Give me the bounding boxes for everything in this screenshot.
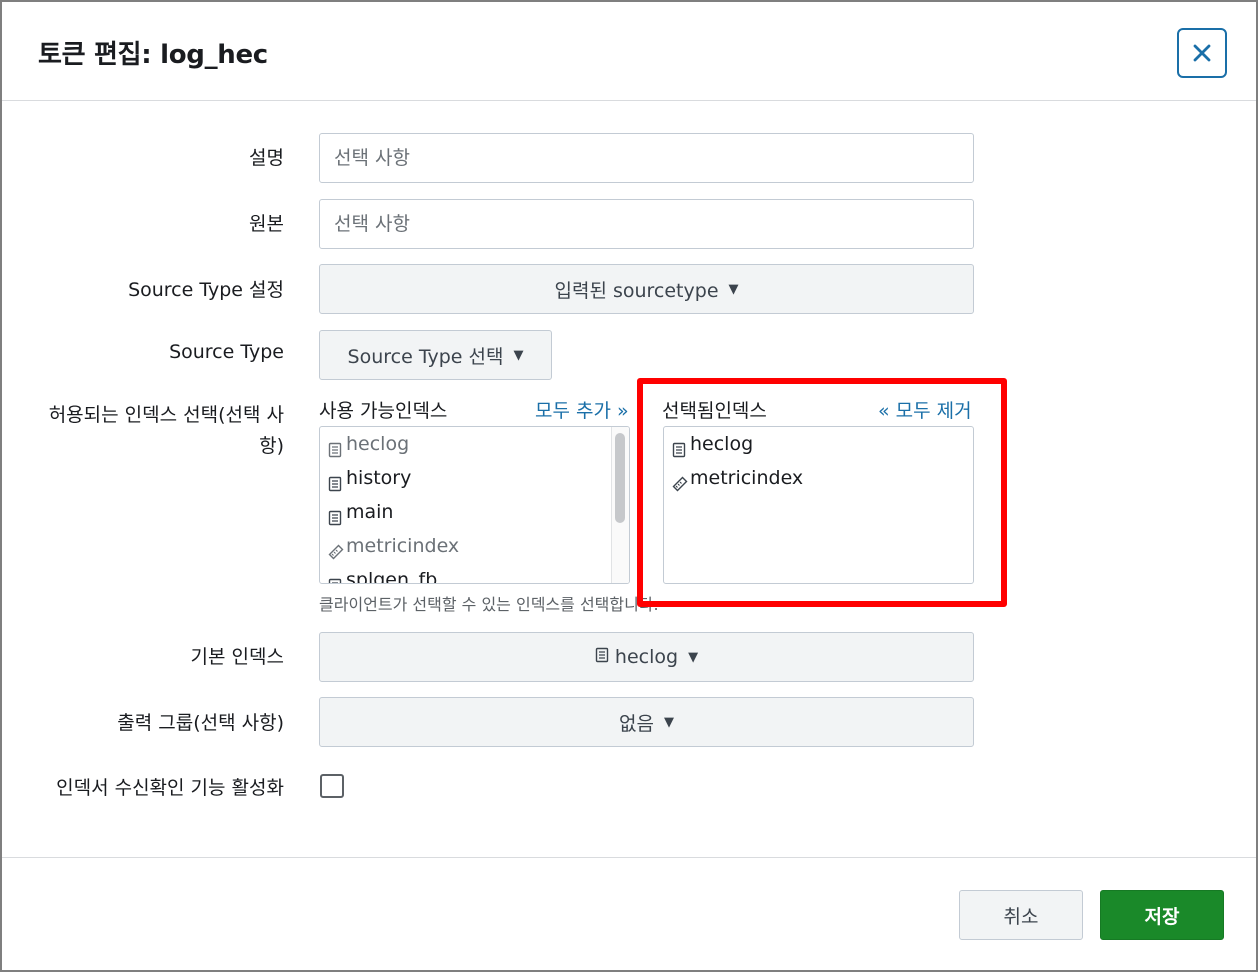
- event-index-icon: [328, 435, 344, 458]
- event-index-icon: [672, 435, 688, 458]
- selected-index-list-item[interactable]: heclog: [664, 427, 973, 461]
- caret-down-icon: ▼: [688, 649, 699, 665]
- selected-index-list-item-label: heclog: [690, 433, 754, 455]
- source-type-setting-label: Source Type 설정: [128, 279, 284, 301]
- available-index-list-item-label: main: [346, 501, 394, 523]
- source-input[interactable]: [319, 199, 974, 249]
- event-index-icon: [328, 469, 344, 492]
- description-label: 설명: [249, 147, 284, 169]
- available-index-list-item[interactable]: history: [320, 461, 629, 495]
- default-index-dropdown[interactable]: heclog ▼: [319, 632, 974, 682]
- event-index-icon: [595, 646, 609, 668]
- dialog-header: 토큰 편집: log_hec: [2, 2, 1256, 101]
- available-index-list-item-label: metricindex: [346, 535, 460, 557]
- selected-index-list-item-label: metricindex: [690, 467, 804, 489]
- caret-down-icon: ▼: [513, 347, 524, 363]
- caret-down-icon: ▼: [663, 714, 674, 730]
- dialog-title: 토큰 편집: log_hec: [38, 40, 268, 70]
- metric-index-icon: [328, 537, 344, 560]
- scrollbar-track[interactable]: [611, 427, 629, 583]
- scrollbar-thumb[interactable]: [615, 433, 625, 523]
- available-index-list-item-label: heclog: [346, 433, 410, 455]
- metric-index-icon: [672, 469, 688, 492]
- selected-index-list-item[interactable]: metricindex: [664, 461, 973, 495]
- available-index-list-item[interactable]: heclog: [320, 427, 629, 461]
- allowed-indexes-help: 클라이언트가 선택할 수 있는 인덱스를 선택합니다.: [319, 595, 659, 614]
- event-index-icon: [328, 571, 344, 583]
- caret-down-icon: ▼: [728, 281, 739, 297]
- available-indexes-header: 사용 가능인덱스: [319, 400, 448, 422]
- source-type-label: Source Type: [169, 341, 284, 363]
- source-type-value: Source Type 선택: [347, 345, 504, 368]
- add-all-link[interactable]: 모두 추가 »: [535, 396, 629, 423]
- source-type-setting-value: 입력된 sourcetype: [554, 279, 719, 302]
- source-type-dropdown[interactable]: Source Type 선택 ▼: [319, 330, 552, 380]
- source-type-setting-dropdown[interactable]: 입력된 sourcetype ▼: [319, 264, 974, 314]
- close-button[interactable]: [1177, 28, 1227, 78]
- available-index-list-item-label: history: [346, 467, 412, 489]
- event-index-icon: [328, 503, 344, 526]
- allowed-indexes-label: 허용되는 인덱스 선택(선택 사항): [48, 404, 284, 457]
- selected-indexes-header: 선택됨인덱스: [662, 400, 767, 422]
- output-group-value: 없음: [619, 712, 654, 735]
- selected-indexes-list[interactable]: heclog metricindex: [663, 426, 974, 584]
- remove-all-link[interactable]: « 모두 제거: [878, 396, 972, 423]
- edit-token-dialog: 토큰 편집: log_hec 설명 원본 Source Type 설정 입력된 …: [0, 0, 1258, 972]
- indexer-ack-label: 인덱서 수신확인 기능 활성화: [56, 777, 284, 799]
- close-icon: [1193, 44, 1211, 62]
- source-label: 원본: [249, 213, 284, 235]
- available-index-list-item[interactable]: metricindex: [320, 529, 629, 563]
- output-group-label: 출력 그룹(선택 사항): [117, 712, 284, 734]
- cancel-button[interactable]: 취소: [959, 890, 1083, 940]
- output-group-dropdown[interactable]: 없음 ▼: [319, 697, 974, 747]
- default-index-value: heclog: [614, 646, 679, 668]
- indexer-ack-checkbox[interactable]: [320, 774, 344, 798]
- save-button[interactable]: 저장: [1100, 890, 1224, 940]
- available-index-list-item-label: splgen_fb: [346, 569, 438, 584]
- available-indexes-list[interactable]: heclog history main metricindex splgen_fb: [319, 426, 630, 584]
- available-index-list-item[interactable]: splgen_fb: [320, 563, 629, 584]
- default-index-label: 기본 인덱스: [190, 646, 284, 668]
- available-index-list-item[interactable]: main: [320, 495, 629, 529]
- description-input[interactable]: [319, 133, 974, 183]
